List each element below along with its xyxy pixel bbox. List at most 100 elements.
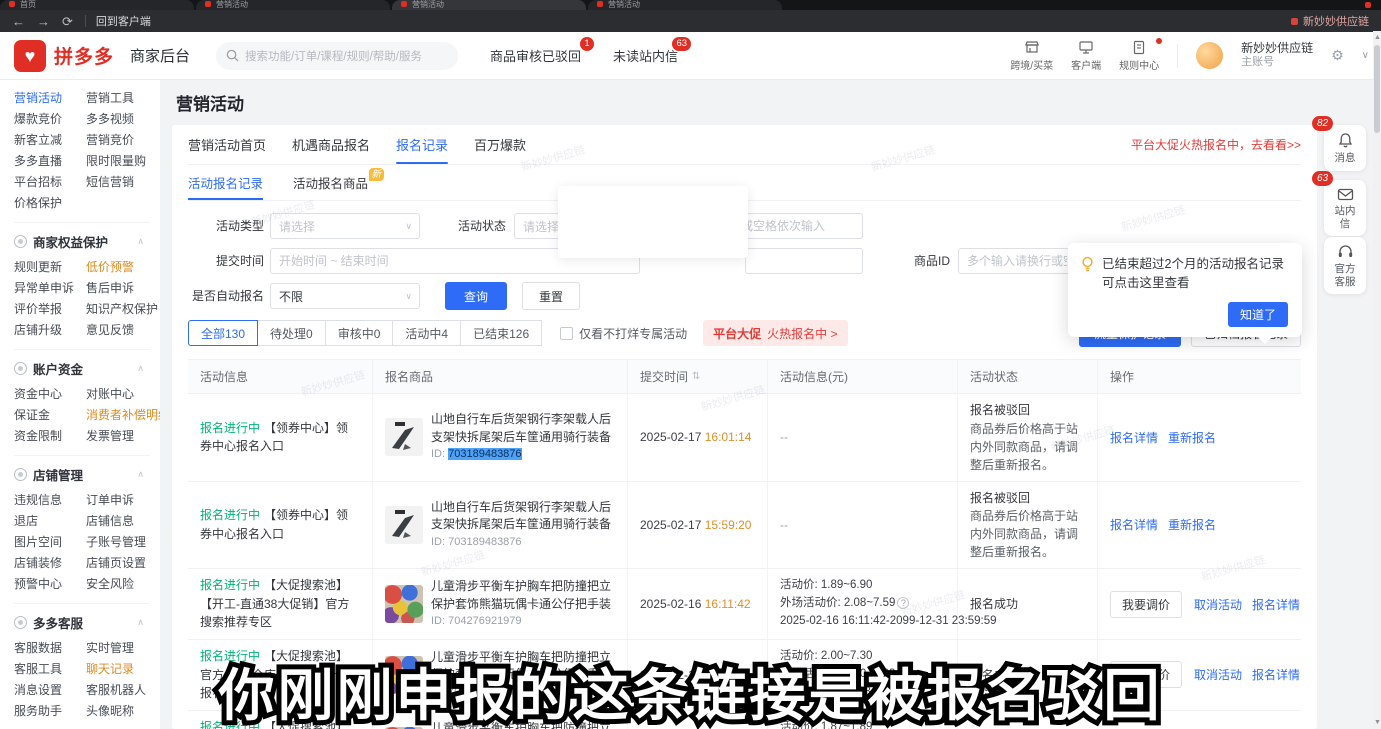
extension-icon[interactable] — [1365, 2, 1371, 8]
product-thumbnail[interactable] — [385, 585, 423, 623]
sidebar-group-rights[interactable]: 商家权益保护 ∧ — [14, 223, 150, 257]
page-scrollbar[interactable]: ▲ ▼ — [1373, 31, 1381, 729]
browser-tab-2[interactable]: 营销活动 — [196, 0, 390, 10]
sidebar-item[interactable]: 聊天记录 — [86, 659, 150, 680]
info-question-icon[interactable]: ? — [897, 597, 909, 609]
sidebar-item[interactable]: 资金限制 — [14, 426, 86, 447]
sidebar-item[interactable]: 店铺信息 — [86, 511, 150, 532]
search-input[interactable]: 搜索功能/订单/课程/规则/帮助/服务 — [216, 42, 458, 70]
sidebar-item[interactable]: 爆款竞价 — [14, 109, 86, 130]
sidebar-item[interactable]: 知识产权保护 — [86, 299, 158, 320]
sidebar-item[interactable]: 意见反馈 — [86, 320, 158, 341]
scrollbar-thumb[interactable] — [1374, 45, 1380, 133]
sidebar-item[interactable]: 消费者补偿明细 — [86, 405, 160, 426]
messages-entry[interactable]: 82 消息 — [1324, 125, 1366, 171]
sidebar-item[interactable]: 保证金 — [14, 405, 86, 426]
chip-ended[interactable]: 已结束126 — [460, 320, 542, 346]
back-icon[interactable]: ← — [12, 15, 25, 28]
avatar[interactable] — [1196, 42, 1223, 69]
sidebar-item[interactable]: 发票管理 — [86, 426, 160, 447]
chip-reviewing[interactable]: 审核中0 — [325, 320, 394, 346]
chip-pending[interactable]: 待处理0 — [257, 320, 326, 346]
goods-id-input[interactable] — [958, 248, 1076, 274]
sidebar-item[interactable]: 多多视频 — [86, 109, 150, 130]
sidebar-item[interactable]: 多多直播 — [14, 151, 86, 172]
chip-active[interactable]: 活动中4 — [392, 320, 461, 346]
sidebar-item[interactable]: 安全风险 — [86, 574, 150, 595]
sidebar-item[interactable]: 订单申诉 — [86, 490, 150, 511]
sidebar-item[interactable]: 短信营销 — [86, 172, 150, 193]
sidebar-item[interactable]: 低价预警 — [86, 257, 158, 278]
sidebar-item[interactable]: 售后申诉 — [86, 278, 158, 299]
sidebar-item[interactable]: 规则更新 — [14, 257, 86, 278]
refresh-icon[interactable]: ⟳ — [62, 15, 73, 28]
adjust-price-button[interactable]: 我要调价 — [1110, 591, 1182, 618]
sidebar-item[interactable]: 消息设置 — [14, 680, 86, 701]
sidebar-item[interactable]: 限时限量购 — [86, 151, 150, 172]
sidebar-item[interactable]: 评价举报 — [14, 299, 86, 320]
client-app-entry[interactable]: 客户端 — [1071, 40, 1101, 72]
product-title[interactable]: 山地自行车后货架钢行李架载人后支架快拆尾架后车筐通用骑行装备 — [431, 411, 615, 445]
auto-signup-select[interactable]: 不限 ∨ — [270, 283, 420, 309]
sidebar-item[interactable]: 子账号管理 — [86, 532, 150, 553]
sidebar-item-marketing-activity[interactable]: 营销活动 — [14, 88, 86, 109]
back-to-client-link[interactable]: 回到客户端 — [96, 13, 151, 29]
sidebar-item[interactable]: 店铺页设置 — [86, 553, 150, 574]
signup-detail-link[interactable]: 报名详情 — [1252, 666, 1300, 683]
sidebar-item[interactable]: 图片空间 — [14, 532, 86, 553]
sidebar-item[interactable]: 异常单申诉 — [14, 278, 86, 299]
sidebar-item[interactable]: 客服数据 — [14, 638, 86, 659]
sidebar-item[interactable]: 资金中心 — [14, 384, 86, 405]
re-signup-link[interactable]: 重新报名 — [1168, 516, 1216, 533]
official-service-entry[interactable]: 官方客服 — [1324, 237, 1366, 294]
tab-million-bestsellers[interactable]: 百万爆款 — [474, 125, 526, 164]
sidebar-group-shop[interactable]: 店铺管理 ∧ — [14, 456, 150, 490]
site-mail-entry[interactable]: 63 站内信 — [1324, 180, 1366, 236]
sidebar-item[interactable]: 营销工具 — [86, 88, 150, 109]
sidebar-item[interactable]: 违规信息 — [14, 490, 86, 511]
product-id[interactable]: ID: 703189483876 — [431, 535, 615, 551]
re-signup-link[interactable]: 重新报名 — [1168, 429, 1216, 446]
rule-center-entry[interactable]: 规则中心 — [1119, 40, 1159, 72]
goods-name-input[interactable] — [745, 248, 863, 274]
sidebar-item[interactable]: 预警中心 — [14, 574, 86, 595]
browser-profile[interactable]: 新妙妙供应链 — [1291, 13, 1369, 29]
sort-icon[interactable]: ⇅ — [692, 371, 700, 382]
product-title[interactable]: 山地自行车后货架钢行李架载人后支架快拆尾架后车筐通用骑行装备 — [431, 499, 615, 533]
query-button[interactable]: 查询 — [445, 282, 507, 310]
browser-tab-1[interactable]: 首页 — [0, 0, 194, 10]
subtab-activity-goods[interactable]: 活动报名商品 新 — [293, 165, 368, 200]
sidebar-item[interactable]: 店铺装修 — [14, 553, 86, 574]
tab-signup-records[interactable]: 报名记录 — [396, 125, 448, 164]
tooltip-confirm-button[interactable]: 知道了 — [1228, 302, 1288, 327]
cancel-activity-link[interactable]: 取消活动 — [1194, 596, 1242, 613]
chip-all[interactable]: 全部130 — [188, 320, 258, 346]
audit-rejected-link[interactable]: 商品审核已驳回 1 — [490, 46, 581, 65]
sidebar-item[interactable]: 头像昵称 — [86, 701, 150, 722]
activity-type-select[interactable]: 请选择 ∨ — [270, 213, 420, 239]
product-id[interactable]: ID: 703189483876 — [431, 447, 615, 463]
browser-tab-4[interactable]: 营销活动 — [588, 0, 782, 10]
product-thumbnail[interactable] — [385, 506, 423, 544]
browser-tab-3[interactable]: 营销活动 — [392, 0, 586, 10]
unread-inbox-link[interactable]: 未读站内信 63 — [613, 46, 678, 65]
sidebar-item[interactable]: 价格保护 — [14, 193, 86, 214]
tab-marketing-home[interactable]: 营销活动首页 — [188, 125, 266, 164]
sidebar-item[interactable]: 营销竞价 — [86, 130, 150, 151]
product-id[interactable]: ID: 704276921979 — [431, 614, 615, 630]
pinduoduo-logo-icon[interactable]: ♥ — [14, 40, 46, 72]
sidebar-group-service[interactable]: 多多客服 ∧ — [14, 604, 150, 638]
signup-detail-link[interactable]: 报名详情 — [1252, 596, 1300, 613]
reset-button[interactable]: 重置 — [522, 282, 580, 310]
forward-icon[interactable]: → — [37, 15, 50, 28]
signup-detail-link[interactable]: 报名详情 — [1110, 516, 1158, 533]
sidebar-item[interactable]: 客服机器人 — [86, 680, 150, 701]
sidebar-item[interactable]: 服务助手 — [14, 701, 86, 722]
gear-icon[interactable]: ⚙ — [1331, 47, 1344, 64]
product-thumbnail[interactable] — [385, 418, 423, 456]
promo-link[interactable]: 平台大促火热报名中，去看看>> — [1131, 136, 1301, 153]
sidebar-item[interactable]: 退店 — [14, 511, 86, 532]
sidebar-group-funds[interactable]: 账户资金 ∧ — [14, 350, 150, 384]
signup-detail-link[interactable]: 报名详情 — [1110, 429, 1158, 446]
open-dropdown-panel[interactable] — [558, 186, 748, 258]
